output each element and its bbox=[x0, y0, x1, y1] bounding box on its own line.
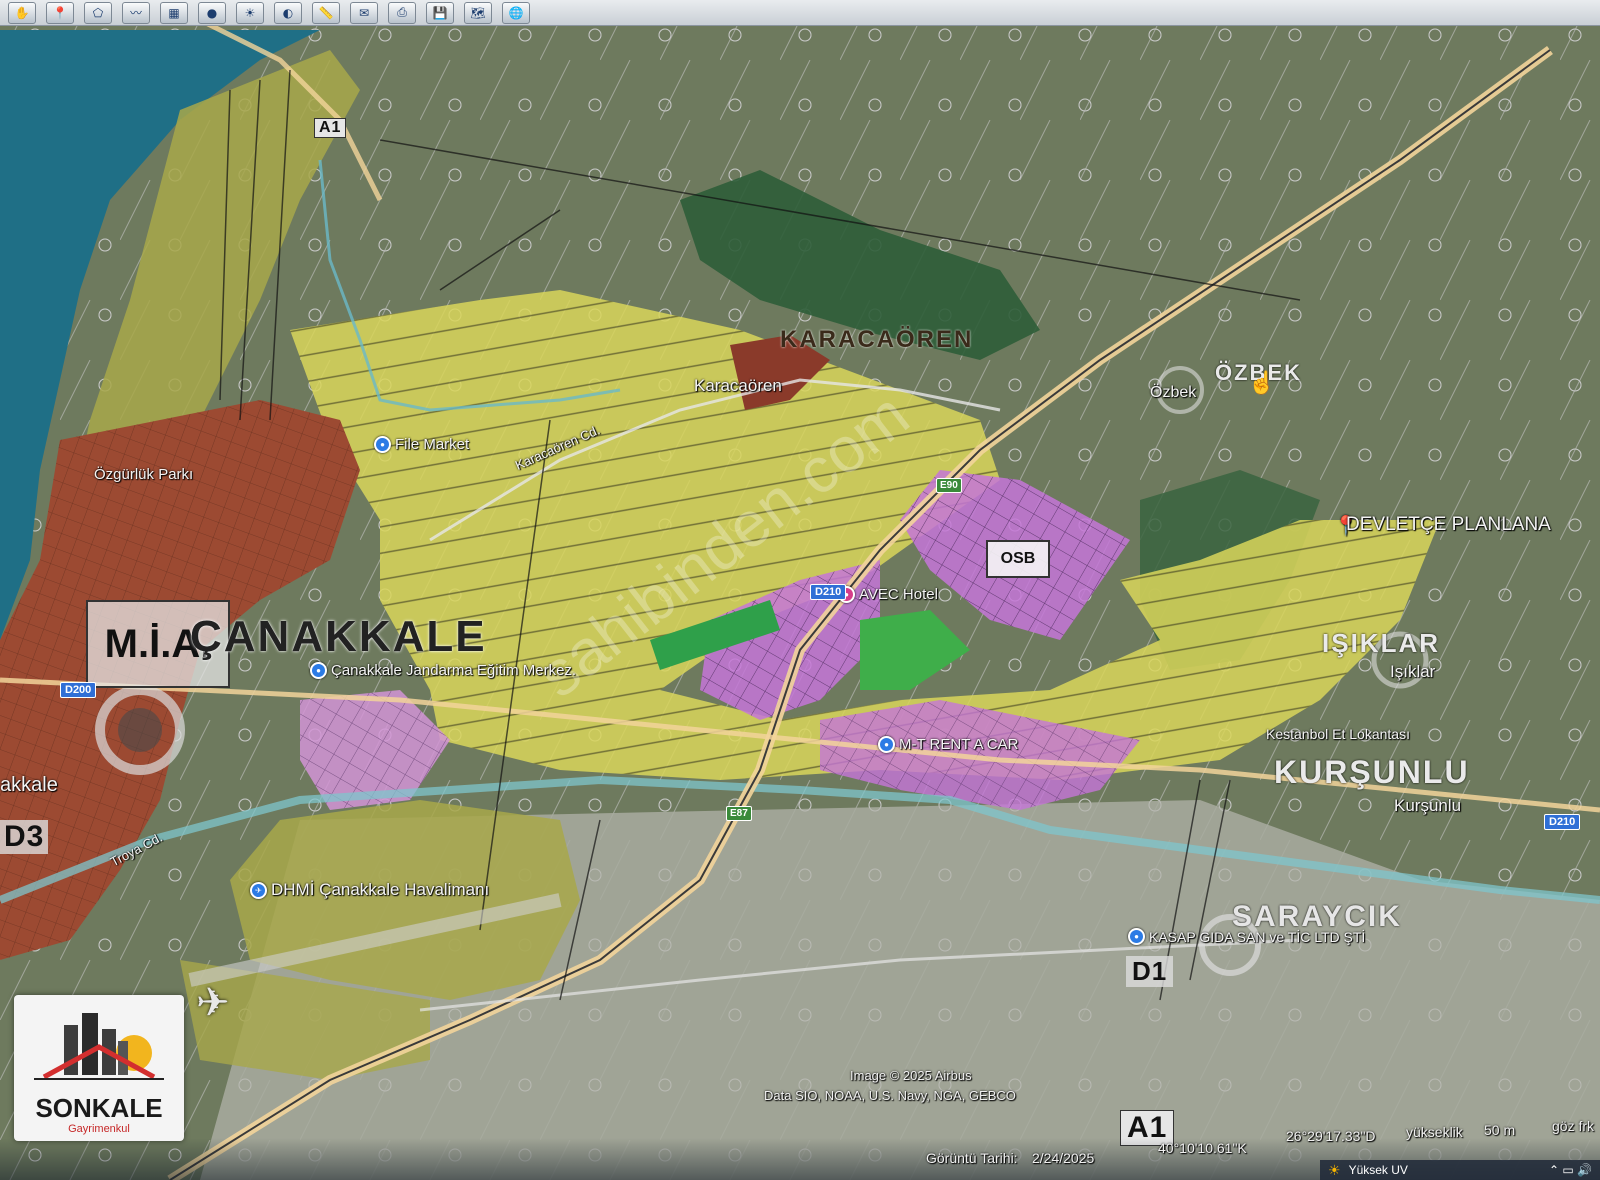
logo-tagline: Gayrimenkul bbox=[68, 1123, 130, 1135]
poi-mt-rent-label: M-T RENT A CAR bbox=[899, 736, 1019, 753]
sonkale-logo: SONKALE Gayrimenkul bbox=[14, 995, 184, 1141]
sun-icon[interactable]: ☀ bbox=[236, 1, 264, 24]
pin-icon[interactable]: 📍 bbox=[46, 1, 74, 24]
cursor-hand-icon: ☝ bbox=[1248, 370, 1276, 395]
status-longitude: 26°29'17.33"D bbox=[1286, 1128, 1376, 1144]
shield-d200: D200 bbox=[60, 682, 97, 698]
toolbar: ✋ 📍 ⬠ 〰 ▦ ● ☀ ◐ 📏 ✉ ⎙ 💾 🗺 🌐 bbox=[0, 0, 1600, 26]
taskbar: ☀ Yüksek UV ⌃ ▭ 🔊 bbox=[1320, 1160, 1600, 1180]
attribution-line1: Image © 2025 Airbus bbox=[850, 1068, 972, 1083]
label-kestanbol[interactable]: Kestanbol Et Lokantası bbox=[1266, 726, 1410, 742]
label-ozgurluk-parki[interactable]: Özgürlük Parkı bbox=[94, 466, 193, 483]
poi-dhmi-label: DHMİ Çanakkale Havalimanı bbox=[271, 880, 490, 899]
logo-name: SONKALE bbox=[35, 1093, 163, 1123]
planning-map-layer[interactable]: sahibinden.com bbox=[0, 0, 1600, 1180]
overlay-icon[interactable]: ▦ bbox=[160, 1, 188, 24]
poi-file-market[interactable]: ● File Market bbox=[374, 436, 469, 453]
status-elevation: 50 m bbox=[1484, 1122, 1516, 1138]
poi-jandarma[interactable]: ● Çanakkale Jandarma Eğitim Merkez. bbox=[310, 662, 576, 679]
poi-jandarma-label: Çanakkale Jandarma Eğitim Merkez. bbox=[331, 662, 577, 679]
building-icon: ● bbox=[310, 662, 327, 679]
poi-mt-rent[interactable]: ● M-T RENT A CAR bbox=[878, 736, 1018, 753]
map-icon[interactable]: 🗺 bbox=[464, 1, 492, 24]
status-elevation-label: yükseklik bbox=[1406, 1124, 1463, 1140]
tray-icons[interactable]: ⌃ ▭ 🔊 bbox=[1549, 1163, 1592, 1177]
logo-buildings-graphic bbox=[34, 1013, 164, 1080]
label-kursunlu-big: KURŞUNLU bbox=[1274, 754, 1470, 790]
label-karacaoren[interactable]: Karacaören bbox=[694, 376, 782, 396]
email-icon[interactable]: ✉ bbox=[350, 1, 378, 24]
shield-e87: E87 bbox=[726, 806, 752, 821]
shop-icon: ● bbox=[374, 436, 391, 453]
weather-sun-icon: ☀ bbox=[1328, 1161, 1341, 1178]
planet-icon[interactable]: ◐ bbox=[274, 1, 302, 24]
airport-icon: ✈ bbox=[250, 881, 267, 899]
shield-d210-right: D210 bbox=[1544, 814, 1581, 830]
globe-icon[interactable]: 🌐 bbox=[502, 1, 530, 24]
label-devletce[interactable]: DEVLETÇE PLANLANA bbox=[1346, 514, 1551, 536]
poi-kasap-gida[interactable]: ● KASAP GIDA SAN ve TİC LTD ŞTİ bbox=[1128, 928, 1365, 945]
label-isiklar[interactable]: Işıklar bbox=[1390, 662, 1435, 682]
status-date-label: Görüntü Tarihi: bbox=[926, 1150, 1018, 1166]
label-a1-top: A1 bbox=[314, 118, 347, 138]
label-d3: D3 bbox=[0, 820, 49, 854]
attribution-line2: Data SIO, NOAA, U.S. Navy, NGA, GEBCO bbox=[764, 1088, 1016, 1103]
hand-icon[interactable]: ✋ bbox=[8, 1, 36, 24]
roundabout-center bbox=[118, 708, 162, 752]
weather-text[interactable]: Yüksek UV bbox=[1349, 1163, 1408, 1177]
label-karacaoren-big: KARACAÖREN bbox=[780, 326, 974, 353]
ruler-icon[interactable]: 📏 bbox=[312, 1, 340, 24]
poi-kasap-label: KASAP GIDA SAN ve TİC LTD ŞTİ bbox=[1149, 928, 1366, 945]
poi-file-market-label: File Market bbox=[395, 436, 470, 453]
record-icon[interactable]: ● bbox=[198, 1, 226, 24]
label-d1: D1 bbox=[1126, 956, 1174, 987]
business-icon: ● bbox=[1128, 928, 1145, 945]
airport-plane-icon: ✈ bbox=[196, 981, 230, 1025]
car-icon: ● bbox=[878, 736, 895, 753]
osb-box: OSB bbox=[986, 540, 1050, 578]
print-icon[interactable]: ⎙ bbox=[388, 1, 416, 24]
shield-e90: E90 bbox=[936, 478, 962, 493]
map-view[interactable]: sahibinden.com ✋ 📍 ⬠ 〰 ▦ ● ☀ ◐ 📏 ✉ ⎙ 💾 🗺… bbox=[0, 0, 1600, 1180]
status-latitude: 40°10'10.61"K bbox=[1158, 1140, 1247, 1156]
label-ozbek[interactable]: Özbek bbox=[1150, 384, 1196, 402]
save-icon[interactable]: 💾 bbox=[426, 1, 454, 24]
poi-avec-label: AVEC Hotel bbox=[859, 586, 938, 603]
poi-dhmi-airport[interactable]: ✈ DHMİ Çanakkale Havalimanı bbox=[250, 880, 489, 900]
label-kursunlu[interactable]: Kurşunlu bbox=[1394, 796, 1461, 816]
status-date: 2/24/2025 bbox=[1032, 1150, 1095, 1166]
poi-avec-hotel[interactable]: ● AVEC Hotel bbox=[838, 586, 938, 603]
polygon-icon[interactable]: ⬠ bbox=[84, 1, 112, 24]
path-icon[interactable]: 〰 bbox=[122, 1, 150, 24]
shield-d210-left: D210 bbox=[810, 584, 847, 600]
label-isiklar-big: IŞIKLAR bbox=[1322, 628, 1440, 658]
status-eye-label: göz frk bbox=[1552, 1118, 1595, 1134]
label-canakkale-partial: akkale bbox=[0, 774, 58, 796]
label-canakkale-big: ÇANAKKALE bbox=[190, 612, 487, 661]
